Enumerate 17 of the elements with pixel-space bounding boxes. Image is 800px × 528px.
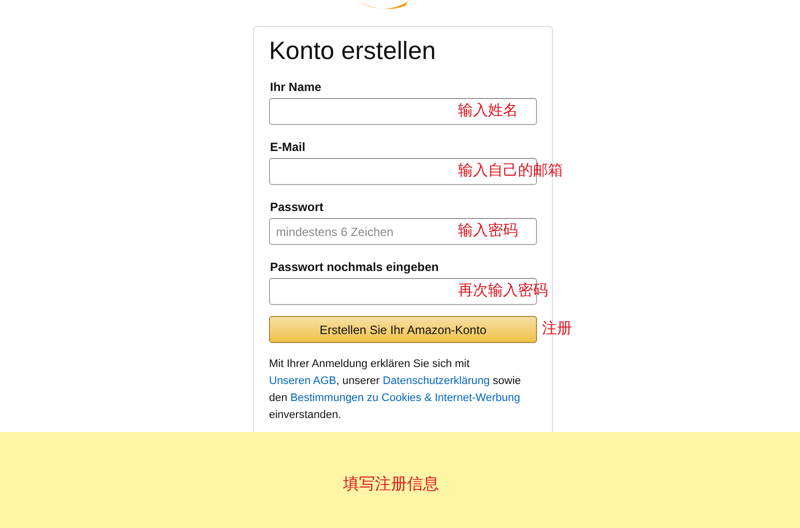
field-label: E-Mail <box>270 140 306 154</box>
legal-link[interactable]: Datenschutzerklärung <box>382 375 490 387</box>
field-label: Ihr Name <box>270 80 322 94</box>
annotation-text: 注册 <box>542 319 572 338</box>
annotation-text: 再次输入密码 <box>458 281 548 300</box>
annotation-text: 输入姓名 <box>458 101 518 120</box>
input-field[interactable] <box>269 98 537 125</box>
legal-link[interactable]: Bestimmungen zu Cookies & Internet-Werbung <box>290 392 520 404</box>
legal-link[interactable]: Unseren AGB <box>269 375 336 387</box>
field-label: Passwort nochmals eingeben <box>270 260 439 274</box>
legal-text: Mit Ihrer Anmeldung erklären Sie sich mit Unseren AGB, unserer Datenschutzerklärung sowie den Bestimmungen zu Cookies & Internet-Werbung einverstanden. <box>269 357 522 423</box>
create-account-button[interactable]: Erstellen Sie Ihr Amazon-Konto <box>269 316 537 343</box>
banner-text: 填写注册信息 <box>343 474 439 494</box>
field-label: Passwort <box>270 200 324 214</box>
annotation-text: 输入密码 <box>458 221 518 240</box>
form-title: Konto erstellen <box>269 37 437 66</box>
annotation-text: 输入自己的邮箱 <box>458 161 563 180</box>
